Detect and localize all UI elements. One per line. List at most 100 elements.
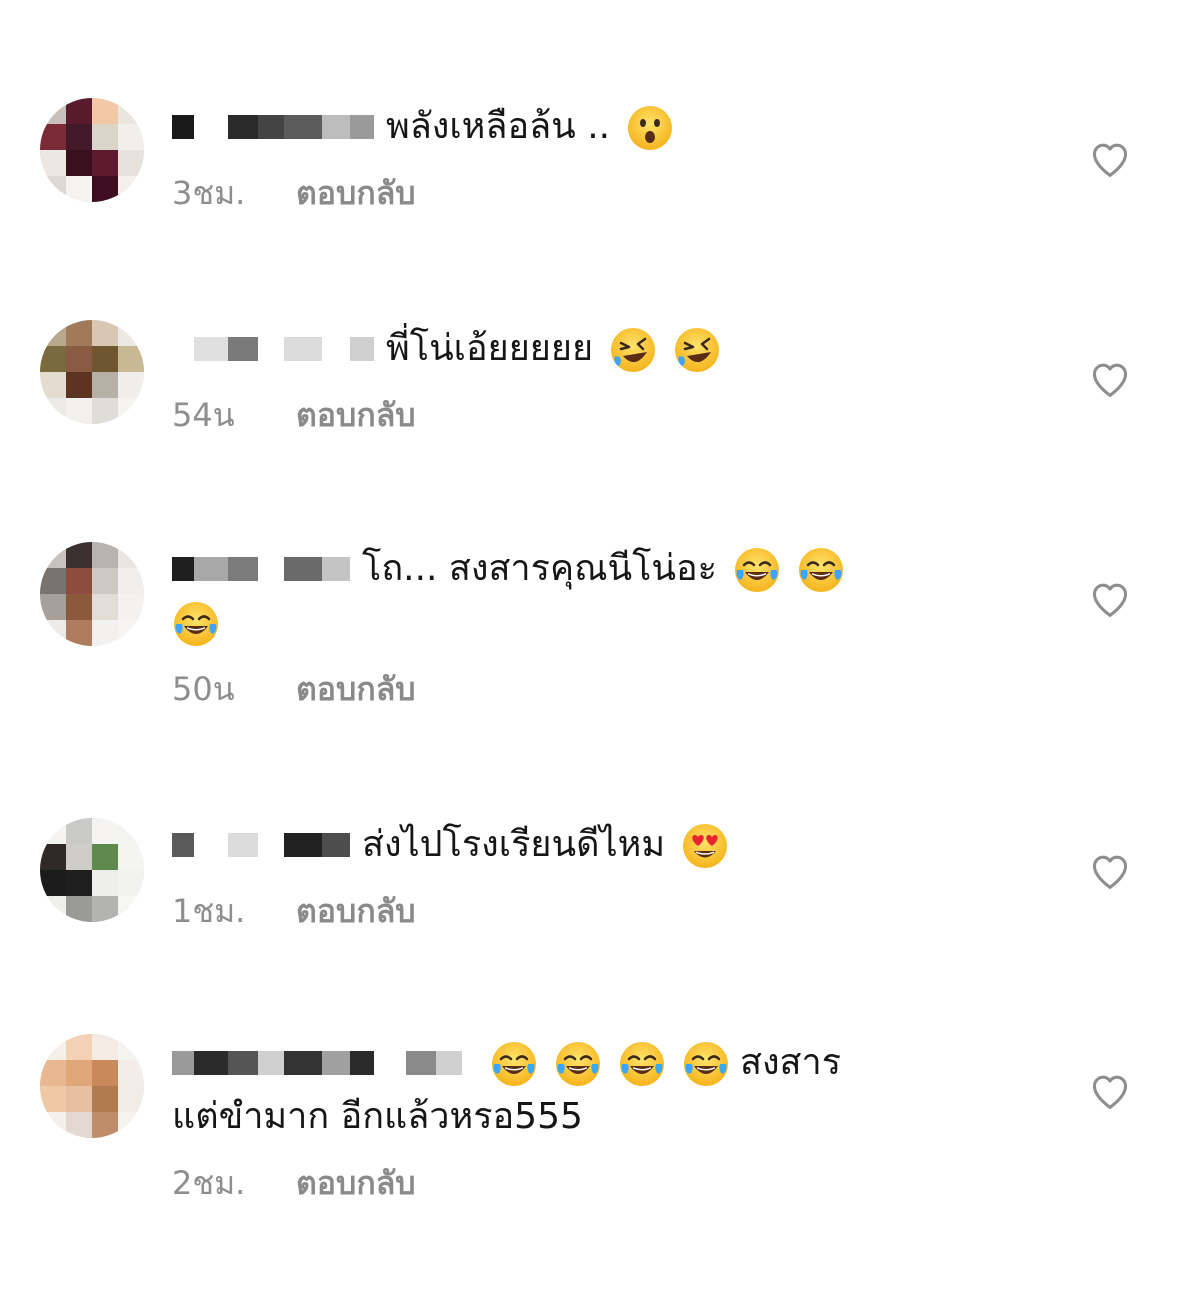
avatar-pixel [92, 150, 118, 176]
avatar-pixel [118, 372, 144, 398]
avatar-pixel [40, 1112, 66, 1138]
avatar-pixel [92, 1034, 118, 1060]
comment-meta: 3ชม. ตอบกลับ [172, 168, 1002, 219]
avatar-pixel [66, 568, 92, 594]
avatar-pixel [66, 1034, 92, 1060]
username-pixel [228, 115, 258, 139]
username[interactable] [172, 334, 374, 364]
avatar-pixel [40, 818, 66, 844]
username-pixel [322, 833, 350, 857]
username-pixel [284, 1051, 322, 1075]
comment-time: 2ชม. [172, 1164, 246, 1202]
avatar[interactable] [40, 98, 144, 202]
username-pixel [284, 337, 322, 361]
avatar-pixel [40, 620, 66, 646]
avatar-pixel [118, 1034, 144, 1060]
avatar-pixel [66, 1060, 92, 1086]
avatar-pixel [40, 398, 66, 424]
username-pixel [172, 1051, 194, 1075]
comment-meta: 1ชม. ตอบกลับ [172, 886, 1002, 937]
comment-body: โถ... สงสารคุณนีโน่อะ 50น ตอบกลับ [172, 542, 1002, 715]
username[interactable] [172, 830, 350, 860]
comment-text-line [172, 596, 1002, 650]
reply-button[interactable]: ตอบกลับ [296, 1158, 416, 1209]
heart-outline-icon[interactable] [1089, 580, 1131, 618]
avatar[interactable] [40, 542, 144, 646]
avatar-pixel [92, 568, 118, 594]
reply-button[interactable]: ตอบกลับ [296, 664, 416, 715]
avatar-pixel [118, 124, 144, 150]
avatar-pixel [66, 1086, 92, 1112]
username-pixel [284, 115, 322, 139]
avatar-pixel [92, 372, 118, 398]
username-pixel [322, 115, 350, 139]
avatar-pixel [40, 1060, 66, 1086]
comment-body: สงสาร แต่ขำมาก อีกแล้วหรอ555 2ชม. ตอบกลั… [172, 1036, 1002, 1209]
avatar-pixel [92, 398, 118, 424]
avatar-pixel [92, 620, 118, 646]
avatar-pixel [92, 176, 118, 202]
emoji-group [474, 1036, 730, 1090]
username-pixel [194, 833, 228, 857]
username-pixel [258, 833, 284, 857]
username[interactable] [172, 112, 374, 142]
username-pixel [284, 833, 322, 857]
username-pixel [406, 1051, 436, 1075]
username-pixel [258, 1051, 284, 1075]
comment-text-line: พลังเหลือล้น .. [172, 100, 1002, 154]
username[interactable] [172, 554, 350, 584]
avatar-pixel [118, 320, 144, 346]
comment-text: ส่งไปโรงเรียนดีไหม [362, 824, 666, 865]
avatar-pixel [66, 1112, 92, 1138]
avatar-pixel [118, 346, 144, 372]
avatar-pixel [92, 542, 118, 568]
comment-text: พี่โน่เอ้ยยยยย [386, 328, 594, 369]
heart-outline-icon[interactable] [1089, 1072, 1131, 1110]
username-pixel [228, 1051, 258, 1075]
comment-body: พี่โน่เอ้ยยยยย 54น ตอบกลับ [172, 322, 1002, 441]
avatar[interactable] [40, 320, 144, 424]
avatar-pixel [118, 542, 144, 568]
comment-text: สงสาร [740, 1042, 842, 1083]
avatar-pixel [66, 372, 92, 398]
heart-outline-icon[interactable] [1089, 140, 1131, 178]
comment-text-line: พี่โน่เอ้ยยยยย [172, 322, 1002, 376]
username-pixel [258, 557, 284, 581]
username-pixel [322, 337, 350, 361]
heart-outline-icon[interactable] [1089, 852, 1131, 890]
avatar-pixel [40, 320, 66, 346]
avatar-pixel [118, 176, 144, 202]
avatar-pixel [92, 1112, 118, 1138]
comment-time: 54น [172, 396, 235, 434]
avatar-pixel [118, 98, 144, 124]
reply-button[interactable]: ตอบกลับ [296, 168, 416, 219]
avatar-pixel [92, 818, 118, 844]
avatar-pixel [118, 818, 144, 844]
avatar-pixel [92, 870, 118, 896]
comment-meta: 50น ตอบกลับ [172, 664, 1002, 715]
astonished-face-emoji-icon [628, 106, 673, 150]
comment-text-line: ส่งไปโรงเรียนดีไหม [172, 818, 1002, 872]
avatar[interactable] [40, 1034, 144, 1138]
avatar-pixel [40, 844, 66, 870]
avatar[interactable] [40, 818, 144, 922]
avatar-pixel [66, 870, 92, 896]
avatar-pixel [40, 372, 66, 398]
avatar-pixel [118, 1112, 144, 1138]
emoji-group [593, 322, 721, 376]
username-pixel [228, 337, 258, 361]
smiling-face-with-heart-eyes-emoji-icon [683, 824, 728, 868]
avatar-pixel [118, 896, 144, 922]
username-pixel [322, 557, 350, 581]
avatar-pixel [118, 870, 144, 896]
comment-text-line: แต่ขำมาก อีกแล้วหรอ555 [172, 1090, 1002, 1144]
heart-outline-icon[interactable] [1089, 360, 1131, 398]
username[interactable] [172, 1048, 462, 1078]
reply-button[interactable]: ตอบกลับ [296, 390, 416, 441]
username-pixel [350, 115, 374, 139]
reply-button[interactable]: ตอบกลับ [296, 886, 416, 937]
avatar-pixel [40, 542, 66, 568]
username-pixel [258, 337, 284, 361]
avatar-pixel [118, 568, 144, 594]
avatar-pixel [92, 346, 118, 372]
